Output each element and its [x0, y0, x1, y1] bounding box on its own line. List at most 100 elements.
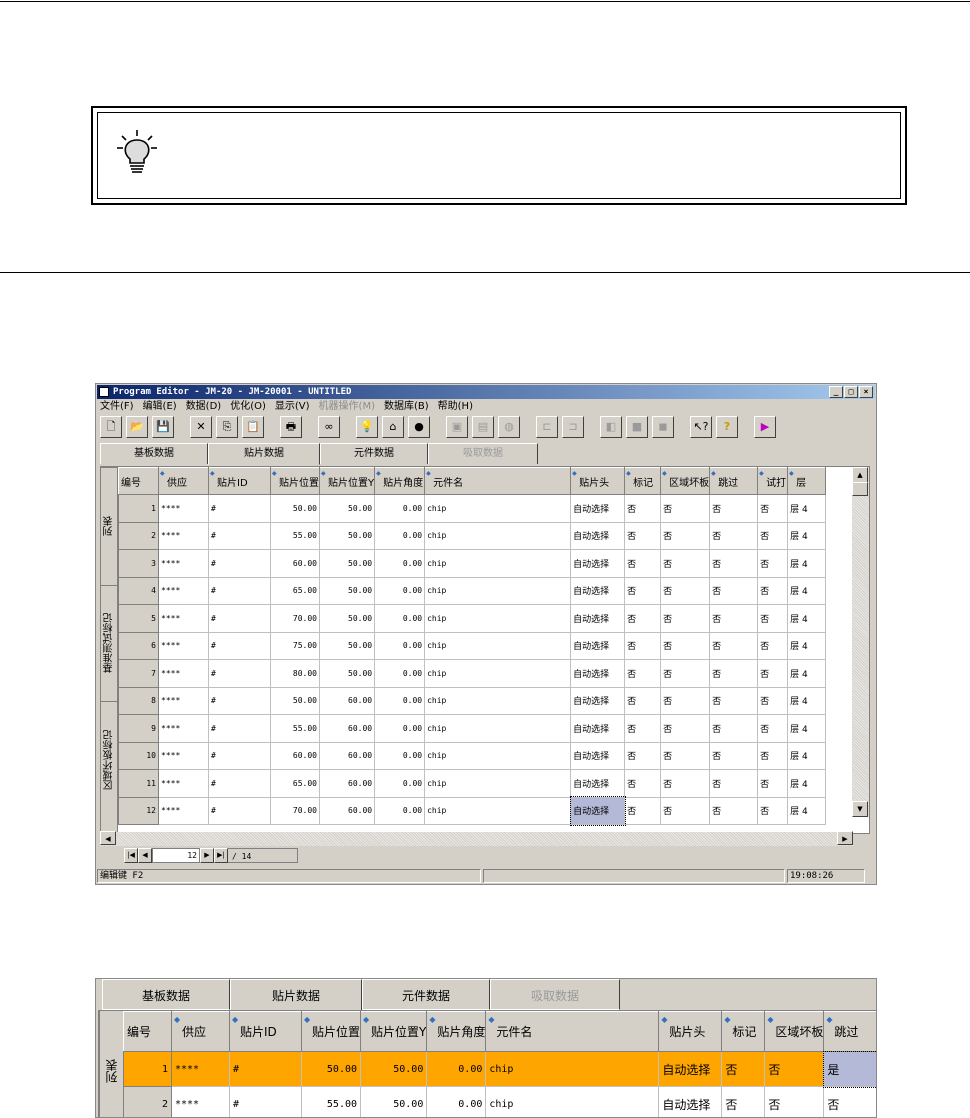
table-cell[interactable]: 否 [709, 549, 759, 578]
first-record-icon[interactable]: |◀ [124, 847, 138, 863]
zoom-column-header[interactable]: ◆ 贴片位置 [300, 1011, 362, 1052]
table-cell[interactable]: 0.00 [374, 631, 426, 660]
table-cell[interactable]: 否 [660, 686, 711, 715]
menu-machine[interactable]: 机器操作(M) [319, 400, 375, 414]
zoom-table-cell[interactable]: chip [485, 1086, 660, 1117]
table-cell[interactable]: # [208, 714, 271, 743]
table-cell[interactable]: chip [424, 549, 572, 578]
column-header[interactable]: ◆ 供应 [158, 467, 209, 495]
table-cell[interactable]: 否 [757, 714, 789, 743]
table-cell[interactable]: **** [158, 659, 209, 688]
table-cell[interactable]: # [208, 521, 271, 550]
disabled-3-icon[interactable]: ◍ [498, 416, 520, 438]
table-cell[interactable]: 60.00 [318, 741, 376, 770]
column-header[interactable]: ◆ 贴片头 [570, 467, 626, 495]
table-cell[interactable]: 50.00 [318, 604, 376, 633]
table-cell[interactable]: 层 4 [787, 521, 827, 550]
table-cell[interactable]: 自动选择 [570, 659, 626, 688]
minimize-button[interactable]: _ [829, 386, 843, 398]
zoom-tab-pick-data[interactable]: 吸取数据 [490, 979, 620, 1010]
table-cell[interactable]: 0.00 [374, 769, 426, 798]
tab-mount-data[interactable]: 贴片数据 [208, 443, 320, 465]
table-cell[interactable]: **** [158, 686, 209, 715]
zoom-column-header[interactable]: ◆ 跳过 [823, 1011, 876, 1052]
table-cell[interactable]: 否 [624, 714, 662, 743]
table-cell[interactable]: 否 [660, 576, 711, 605]
next-record-icon[interactable]: ▶ [200, 847, 214, 863]
zoom-table-row[interactable]: 2 **** #55.00 50.00 0.00 chip 自动选择否否否 [123, 1086, 876, 1117]
table-cell[interactable]: 自动选择 [570, 631, 626, 660]
zoom-table-cell[interactable]: 50.00 [300, 1051, 362, 1087]
open-icon[interactable]: 📂 [126, 416, 148, 438]
table-cell[interactable]: 50.00 [270, 686, 320, 715]
table-cell[interactable]: # [208, 741, 271, 770]
zoom-column-header[interactable]: ◆ 标记 [721, 1011, 766, 1052]
context-help-icon[interactable]: ↖? [690, 416, 712, 438]
table-cell[interactable]: **** [158, 521, 209, 550]
table-cell[interactable]: chip [424, 604, 572, 633]
zoom-column-header[interactable]: ◆ 贴片ID [229, 1011, 302, 1052]
disabled-2-icon[interactable]: ▤ [472, 416, 494, 438]
table-cell[interactable]: 55.00 [270, 521, 320, 550]
print-icon[interactable]: 🖶 [280, 416, 302, 438]
column-header[interactable]: ◆ 贴片位置Y [318, 467, 376, 495]
table-cell[interactable]: 0.00 [374, 521, 426, 550]
table-cell[interactable]: 60.00 [318, 686, 376, 715]
table-cell[interactable]: # [208, 494, 271, 523]
table-cell[interactable]: 0.00 [374, 686, 426, 715]
table-cell[interactable]: chip [424, 686, 572, 715]
table-cell[interactable]: 否 [709, 714, 759, 743]
zoom-table-cell[interactable]: 是 [822, 1050, 876, 1088]
table-cell[interactable]: 层 4 [787, 714, 827, 743]
zoom-column-header[interactable]: ◆ 区域坏板 [764, 1011, 825, 1052]
table-cell[interactable]: **** [158, 549, 209, 578]
tab-component-data[interactable]: 元件数据 [320, 443, 428, 464]
table-cell[interactable]: 0.00 [374, 714, 426, 743]
table-cell[interactable]: 5 [118, 604, 159, 633]
table-cell[interactable]: 60.00 [318, 769, 376, 798]
scroll-right-icon[interactable]: ▶ [837, 831, 853, 845]
table-cell[interactable]: 自动选择 [570, 714, 626, 743]
zoom-tab-component-data[interactable]: 元件数据 [362, 979, 490, 1010]
table-row[interactable]: 9 **** #55.00 60.00 0.00 chip 自动选择否否否否层 4 [118, 714, 827, 743]
table-cell[interactable]: 否 [757, 796, 789, 825]
delete-icon[interactable]: ✕ [190, 416, 212, 438]
scroll-up-icon[interactable]: ▲ [852, 467, 868, 483]
align-right-icon[interactable]: ⊐ [562, 416, 584, 438]
table-cell[interactable]: 6 [118, 631, 159, 660]
zoom-column-header[interactable]: ◆ 供应 [171, 1011, 230, 1052]
table-cell[interactable]: 12 [118, 796, 159, 825]
zoom-table-cell[interactable]: 否 [823, 1086, 876, 1117]
table-cell[interactable]: 60.00 [318, 714, 376, 743]
table-row[interactable]: 3 **** #60.00 50.00 0.00 chip 自动选择否否否否层 4 [118, 549, 827, 578]
table-cell[interactable]: 75.00 [270, 631, 320, 660]
disabled-1-icon[interactable]: ▣ [446, 416, 468, 438]
menu-edit[interactable]: 编辑(E) [143, 400, 177, 414]
column-header[interactable]: ◆ 贴片ID [208, 467, 271, 495]
table-cell[interactable]: 1 [118, 494, 159, 523]
table-cell[interactable]: 层 4 [787, 659, 827, 688]
table-cell[interactable]: 否 [624, 741, 662, 770]
tree-icon[interactable]: ⌂ [382, 416, 404, 438]
table-cell[interactable]: 否 [660, 714, 711, 743]
table-cell[interactable]: 9 [118, 714, 159, 743]
table-cell[interactable]: **** [158, 576, 209, 605]
zoom-table-cell[interactable]: 2 [123, 1086, 172, 1117]
side-tab-bad-mark[interactable]: 区域坏板标记 [101, 701, 118, 819]
zoom-table-cell[interactable]: chip [485, 1051, 660, 1087]
table-cell[interactable]: 层 4 [787, 549, 827, 578]
table-row[interactable]: 11 **** #65.00 60.00 0.00 chip 自动选择否否否否层 4 [118, 769, 827, 798]
zoom-table-cell[interactable]: 0.00 [426, 1051, 487, 1087]
table-cell[interactable]: 否 [757, 521, 789, 550]
table-cell[interactable]: 否 [624, 769, 662, 798]
find-icon[interactable]: ∞ [318, 416, 340, 438]
column-header[interactable]: ◆ 跳过 [709, 467, 759, 495]
table-cell[interactable]: 0.00 [374, 494, 426, 523]
disabled-5-icon[interactable]: ■ [626, 416, 648, 438]
table-row[interactable]: 4 **** #65.00 50.00 0.00 chip 自动选择否否否否层 4 [118, 576, 827, 605]
table-cell[interactable]: 0.00 [374, 604, 426, 633]
table-cell[interactable]: 80.00 [270, 659, 320, 688]
table-cell[interactable]: 2 [118, 521, 159, 550]
vertical-scrollbar[interactable]: ▲ ▼ [852, 467, 869, 817]
table-cell[interactable]: 否 [709, 631, 759, 660]
